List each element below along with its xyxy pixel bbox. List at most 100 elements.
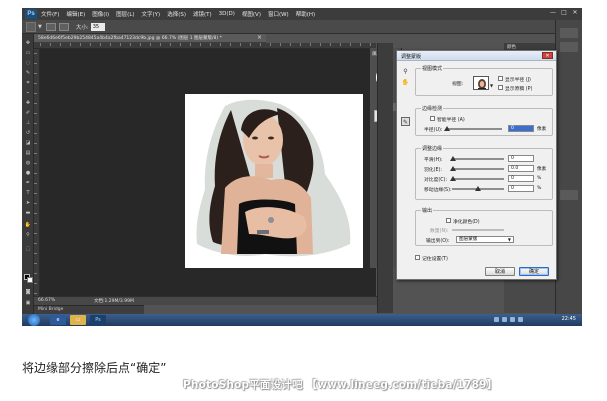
shape-tool-icon[interactable]: ▬: [24, 210, 32, 216]
default-colors-icon[interactable]: ⬚: [24, 246, 32, 252]
ruler-tick: [34, 173, 37, 174]
contrast-unit: %: [537, 176, 542, 181]
brush-add-icon[interactable]: [45, 22, 56, 31]
document-tab-close-icon[interactable]: ×: [257, 34, 262, 41]
zoom-level[interactable]: 66.67%: [38, 298, 55, 303]
eraser-tool-icon[interactable]: ◪: [24, 140, 32, 146]
blur-tool-icon[interactable]: ◍: [24, 160, 32, 166]
contrast-input[interactable]: 0: [508, 175, 534, 182]
zoom-icon[interactable]: ⚲: [401, 67, 410, 76]
panel-icon-a[interactable]: [560, 28, 578, 38]
show-radius-checkbox[interactable]: [498, 76, 503, 81]
smooth-slider[interactable]: [450, 156, 504, 161]
smooth-slider-thumb[interactable]: [450, 156, 456, 161]
panel-icon-b[interactable]: [560, 42, 578, 52]
dialog-titlebar[interactable]: 调整蒙版 ✕: [397, 51, 556, 61]
document-tab[interactable]: 58e6d6e6f5eb29b254845a4b4a2fba47123dc9b.…: [34, 34, 266, 43]
contrast-slider-thumb[interactable]: [450, 176, 456, 181]
feather-input[interactable]: 0.0: [508, 165, 534, 172]
marquee-tool-icon[interactable]: ▭: [24, 50, 32, 56]
ruler-tick: [140, 43, 141, 46]
refine-radius-brush-icon[interactable]: ✎: [401, 117, 410, 126]
history-brush-tool-icon[interactable]: ↺: [24, 130, 32, 136]
shift-edge-slider[interactable]: [452, 186, 504, 191]
brush-tool-icon[interactable]: ✐: [24, 110, 32, 116]
tray-icon-1[interactable]: [494, 317, 499, 322]
feather-slider[interactable]: [450, 166, 504, 171]
menu-edit[interactable]: 编辑(E): [66, 10, 85, 18]
doc-size-info[interactable]: 文档:1.29M/3.99M: [94, 298, 134, 304]
menu-image[interactable]: 图像(I): [92, 10, 109, 18]
menu-select[interactable]: 选择(S): [167, 10, 186, 18]
stamp-tool-icon[interactable]: ⊥: [24, 120, 32, 126]
size-input[interactable]: 35: [90, 22, 105, 31]
close-window-button[interactable]: ✕: [572, 9, 578, 17]
hand-icon[interactable]: ✋: [401, 78, 410, 87]
cancel-button[interactable]: 取消: [485, 267, 515, 276]
view-mode-title: 视图模式: [421, 65, 444, 72]
ok-button[interactable]: 确定: [519, 267, 549, 276]
tray-icon-3[interactable]: [510, 317, 515, 322]
gradient-tool-icon[interactable]: ▤: [24, 150, 32, 156]
show-original-checkbox[interactable]: [498, 85, 503, 90]
maximize-button[interactable]: □: [561, 9, 567, 17]
ruler-tick: [300, 43, 301, 46]
quick-select-tool-icon[interactable]: ✎: [24, 70, 32, 76]
contrast-slider[interactable]: [450, 176, 504, 181]
taskbar-folder-icon[interactable]: ▭: [70, 315, 86, 325]
view-dropdown-arrow-icon[interactable]: ▼: [490, 83, 493, 88]
menu-file[interactable]: 文件(F): [41, 10, 59, 18]
tool-preset-arrow-icon[interactable]: ▼: [38, 24, 42, 30]
decontaminate-checkbox[interactable]: [446, 218, 451, 223]
dialog-close-icon[interactable]: ✕: [542, 52, 553, 59]
output-to-dropdown[interactable]: 图层蒙版 ▼: [456, 236, 514, 243]
menu-view[interactable]: 视图(V): [242, 10, 261, 18]
hand-tool-icon[interactable]: ✋: [24, 222, 32, 228]
start-button[interactable]: [28, 314, 40, 326]
background-color-swatch[interactable]: [27, 277, 33, 283]
crop-tool-icon[interactable]: ⌗: [24, 80, 32, 86]
menu-type[interactable]: 文字(Y): [142, 10, 161, 18]
move-tool-icon[interactable]: ✥: [24, 40, 32, 46]
menu-filter[interactable]: 滤镜(T): [193, 10, 212, 18]
eyedropper-tool-icon[interactable]: ⌁: [24, 90, 32, 96]
shift-edge-slider-thumb[interactable]: [475, 186, 481, 191]
smart-radius-checkbox[interactable]: [430, 116, 435, 121]
type-tool-icon[interactable]: T: [24, 190, 32, 196]
feather-slider-thumb[interactable]: [450, 166, 456, 171]
remember-settings-checkbox[interactable]: [415, 255, 420, 260]
menu-3d[interactable]: 3D(D): [219, 11, 235, 17]
tray-icon-4[interactable]: [518, 317, 523, 322]
screen-mode-icon[interactable]: ▣: [24, 300, 32, 306]
smooth-input[interactable]: 0: [508, 155, 534, 162]
current-tool-icon[interactable]: [26, 21, 36, 32]
view-thumbnail[interactable]: [473, 76, 489, 90]
zoom-tool-icon[interactable]: ⚲: [24, 232, 32, 238]
radius-slider[interactable]: [444, 126, 502, 131]
document-canvas[interactable]: [185, 94, 363, 268]
mini-bridge-tab[interactable]: Mini Bridge: [34, 305, 144, 314]
dodge-tool-icon[interactable]: ●: [24, 170, 32, 176]
radius-input[interactable]: 0: [508, 125, 534, 132]
menu-layer[interactable]: 图层(L): [116, 10, 134, 18]
menu-help[interactable]: 帮助(H): [296, 10, 315, 18]
taskbar-photoshop-icon[interactable]: Ps: [90, 315, 106, 325]
pen-tool-icon[interactable]: ✒: [24, 180, 32, 186]
menu-window[interactable]: 窗口(W): [268, 10, 289, 18]
ruler-tick: [270, 43, 271, 46]
lasso-tool-icon[interactable]: ◌: [24, 60, 32, 66]
tray-icon-2[interactable]: [502, 317, 507, 322]
taskbar-ie-icon[interactable]: e: [50, 315, 66, 325]
brush-erase-icon[interactable]: [58, 22, 69, 31]
healing-tool-icon[interactable]: ✚: [24, 100, 32, 106]
minimize-button[interactable]: —: [550, 9, 556, 17]
quick-mask-icon[interactable]: ◙: [24, 289, 32, 295]
ruler-tick: [160, 43, 161, 46]
panel-icon-c[interactable]: [560, 190, 578, 200]
path-select-tool-icon[interactable]: ➤: [24, 200, 32, 206]
amount-slider[interactable]: [452, 229, 504, 231]
shift-edge-input[interactable]: 0: [508, 185, 534, 192]
taskbar-clock[interactable]: 22:45: [562, 316, 576, 322]
status-bar: 66.67% 文档:1.29M/3.99M: [34, 296, 378, 305]
radius-slider-thumb[interactable]: [444, 126, 450, 131]
